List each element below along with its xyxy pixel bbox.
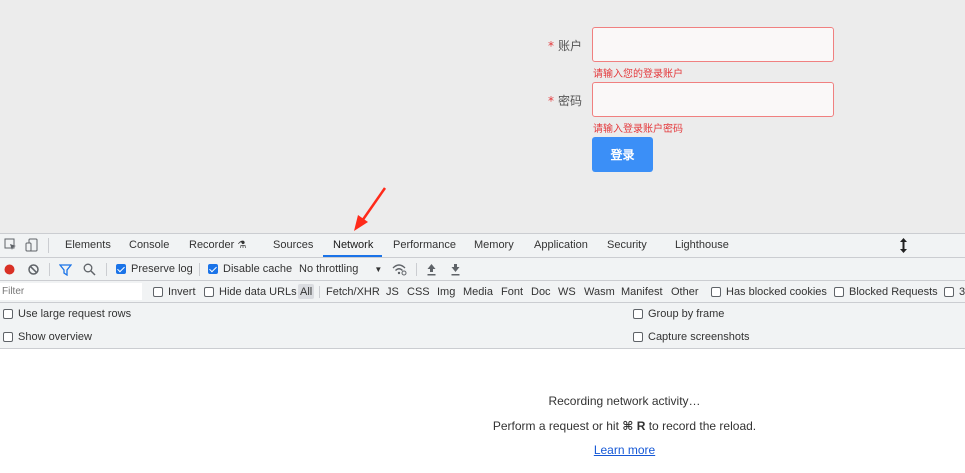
type-wasm[interactable]: Wasm — [584, 286, 615, 298]
divider — [199, 263, 200, 276]
group-by-frame-checkbox[interactable] — [633, 309, 643, 319]
throttling-value: No throttling — [299, 263, 359, 275]
network-settings: Use large request rows Group by frame Sh… — [0, 303, 965, 349]
device-toolbar-icon[interactable] — [25, 238, 39, 252]
tab-network[interactable]: Network — [333, 239, 373, 251]
blocked-requests-checkbox[interactable] — [834, 287, 844, 297]
recording-message: Recording network activity… — [548, 394, 701, 408]
divider — [319, 286, 320, 298]
divider — [416, 263, 417, 276]
type-js[interactable]: JS — [386, 286, 399, 298]
reload-hint-prefix: Perform a request or hit — [492, 419, 623, 433]
tab-recorder[interactable]: Recorder ⚗ — [189, 239, 246, 251]
invert-checkbox[interactable] — [153, 287, 163, 297]
tab-recorder-label: Recorder — [189, 239, 235, 251]
divider — [49, 263, 50, 276]
account-label-text: 账户 — [557, 39, 582, 53]
reload-shortcut: ⌘ R — [622, 419, 646, 433]
flask-icon: ⚗ — [237, 240, 247, 251]
network-conditions-icon[interactable] — [392, 263, 407, 276]
reload-hint: Perform a request or hit ⌘ R to record t… — [142, 419, 965, 433]
throttling-select[interactable]: No throttling ▼ — [299, 263, 382, 275]
devtools-panel: Elements Console Recorder ⚗ Sources Netw… — [0, 233, 965, 473]
import-har-icon[interactable] — [426, 263, 437, 276]
tab-memory[interactable]: Memory — [474, 239, 514, 251]
filter-input[interactable]: Filter — [0, 283, 142, 300]
type-font[interactable]: Font — [501, 286, 523, 298]
password-label-text: 密码 — [557, 94, 582, 108]
type-other[interactable]: Other — [671, 286, 699, 298]
filter-bar: Filter Invert Hide data URLs All Fetch/X… — [0, 281, 965, 303]
active-tab-indicator — [323, 255, 382, 257]
annotation-arrow — [354, 187, 387, 231]
password-input[interactable] — [592, 82, 834, 117]
filter-icon[interactable] — [59, 264, 72, 276]
inspect-element-icon[interactable] — [4, 238, 17, 251]
learn-more-row: Learn more — [142, 443, 965, 457]
disable-cache-checkbox[interactable] — [208, 264, 218, 274]
type-all[interactable]: All — [300, 286, 312, 298]
show-overview-checkbox[interactable] — [3, 332, 13, 342]
password-error: 请输入登录账户密码 — [593, 124, 683, 135]
clear-icon[interactable] — [28, 264, 39, 275]
type-manifest[interactable]: Manifest — [621, 286, 663, 298]
large-rows-checkbox[interactable] — [3, 309, 13, 319]
type-ws[interactable]: WS — [558, 286, 576, 298]
preserve-log-checkbox[interactable] — [116, 264, 126, 274]
hide-data-urls-checkbox[interactable] — [204, 287, 214, 297]
third-party-checkbox[interactable] — [944, 287, 954, 297]
tab-performance[interactable]: Performance — [393, 239, 456, 251]
disable-cache-label: Disable cache — [223, 263, 293, 275]
type-media[interactable]: Media — [463, 286, 493, 298]
preserve-log-label: Preserve log — [131, 263, 193, 275]
account-label: * 账户 — [530, 37, 582, 54]
type-fetch-xhr[interactable]: Fetch/XHR — [326, 286, 380, 298]
invert-label: Invert — [168, 286, 196, 298]
type-css[interactable]: CSS — [407, 286, 430, 298]
login-button[interactable]: 登录 — [592, 137, 653, 172]
learn-more-link[interactable]: Learn more — [594, 443, 655, 457]
tab-lighthouse[interactable]: Lighthouse — [675, 239, 729, 251]
has-blocked-cookies-checkbox[interactable] — [711, 287, 721, 297]
search-icon[interactable] — [83, 263, 96, 276]
tab-security[interactable]: Security — [607, 239, 647, 251]
tab-console[interactable]: Console — [129, 239, 169, 251]
third-party-label: 3 — [959, 286, 965, 298]
resize-cursor-icon — [900, 238, 907, 253]
capture-screenshots-checkbox[interactable] — [633, 332, 643, 342]
required-mark: * — [547, 39, 554, 53]
type-doc[interactable]: Doc — [531, 286, 551, 298]
export-har-icon[interactable] — [450, 263, 461, 276]
divider — [106, 263, 107, 276]
required-mark: * — [547, 94, 554, 108]
type-img[interactable]: Img — [437, 286, 455, 298]
tab-application[interactable]: Application — [534, 239, 588, 251]
hide-data-urls-label: Hide data URLs — [219, 286, 297, 298]
dropdown-caret-icon: ▼ — [374, 265, 383, 274]
has-blocked-cookies-label: Has blocked cookies — [726, 286, 827, 298]
account-error: 请输入您的登录账户 — [593, 69, 683, 80]
tab-sources[interactable]: Sources — [273, 239, 313, 251]
capture-screenshots-label: Capture screenshots — [648, 331, 750, 343]
reload-hint-suffix: to record the reload. — [645, 419, 757, 433]
group-by-frame-label: Group by frame — [648, 308, 725, 320]
blocked-requests-label: Blocked Requests — [849, 286, 938, 298]
record-icon[interactable] — [4, 264, 15, 275]
show-overview-label: Show overview — [18, 331, 92, 343]
login-page: * 账户 请输入您的登录账户 * 密码 请输入登录账户密码 登录 — [0, 0, 965, 233]
network-toolbar: Preserve log Disable cache No throttling… — [0, 258, 965, 281]
network-empty-state: Recording network activity… Perform a re… — [0, 349, 965, 473]
devtools-tabbar: Elements Console Recorder ⚗ Sources Netw… — [0, 234, 965, 258]
account-input[interactable] — [592, 27, 834, 62]
large-rows-label: Use large request rows — [18, 308, 132, 320]
divider — [48, 238, 49, 253]
tab-elements[interactable]: Elements — [65, 239, 111, 251]
password-label: * 密码 — [530, 92, 582, 109]
